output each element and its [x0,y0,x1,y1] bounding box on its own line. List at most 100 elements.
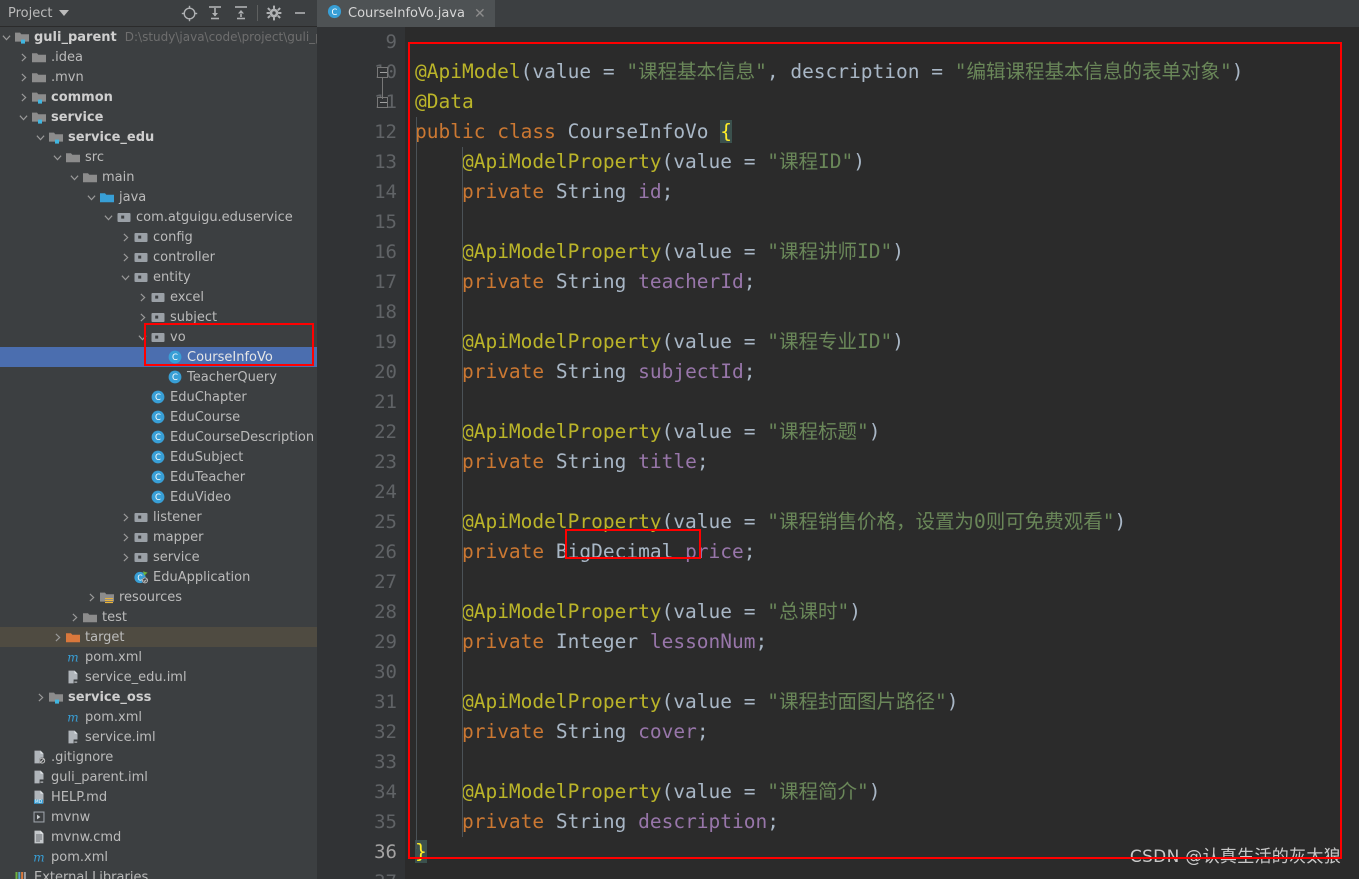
tree-item-label: excel [170,289,204,305]
tree-item-service[interactable]: service [0,107,317,127]
tree-item-educoursedescription[interactable]: C EduCourseDescription [0,427,317,447]
code-token: class [497,120,556,143]
chevron-down-icon[interactable] [34,127,47,147]
code-token: private [461,720,545,743]
code-token: ) [849,600,861,623]
code-editor[interactable]: 9 1011 12 13 14 15 16 17 18 19 20 21 22 23 24 25 26 27 28 2… [317,27,1359,879]
code-line: @ApiModelProperty(value = "课程ID") [405,147,1359,177]
tree-item-java[interactable]: java [0,187,317,207]
code-token: title [638,450,697,473]
chevron-right-icon[interactable] [136,287,149,307]
line-number: 12 [374,121,397,143]
tree-item-educourse[interactable]: C EduCourse [0,407,317,427]
tree-item-idea[interactable]: .idea [0,47,317,67]
close-icon[interactable]: ✕ [471,6,489,22]
tree-item-service[interactable]: service [0,547,317,567]
tree-item-guli-parent-iml[interactable]: guli_parent.iml [0,767,317,787]
tree-item-educhapter[interactable]: C EduChapter [0,387,317,407]
tree-item-service-edu-iml[interactable]: service_edu.iml [0,667,317,687]
tree-item-label: listener [153,509,202,525]
locate-icon[interactable] [176,2,202,24]
tree-item-target[interactable]: target [0,627,317,647]
tree-item-service-iml[interactable]: service.iml [0,727,317,747]
tree-item-src[interactable]: src [0,147,317,167]
tree-item-mapper[interactable]: mapper [0,527,317,547]
tree-item-label: mapper [153,529,204,545]
tree-item-guli-parent[interactable]: guli_parent D:\study\java\code\project\gu… [0,27,317,47]
chevron-right-icon[interactable] [119,547,132,567]
tree-item-edusubject[interactable]: C EduSubject [0,447,317,467]
tree-item-test[interactable]: test [0,607,317,627]
tree-item-subject[interactable]: subject [0,307,317,327]
tree-item-main[interactable]: main [0,167,317,187]
tree-item-mvn[interactable]: .mvn [0,67,317,87]
chevron-right-icon[interactable] [68,607,81,627]
chevron-down-icon[interactable] [51,147,64,167]
code-text-column[interactable]: @ApiModel(value = "课程基本信息", description … [405,27,1359,879]
tree-item-listener[interactable]: listener [0,507,317,527]
tree-item-pom-xml[interactable]: m pom.xml [0,647,317,667]
chevron-down-icon[interactable] [0,27,13,47]
tree-item-mvnw-cmd[interactable]: mvnw.cmd [0,827,317,847]
tree-item-teacherquery[interactable]: C TeacherQuery [0,367,317,387]
tree-item-eduvideo[interactable]: C EduVideo [0,487,317,507]
editor-tab-courseinfovo[interactable]: C CourseInfoVo.java ✕ [317,0,495,27]
chevron-right-icon[interactable] [119,227,132,247]
line-number: 18 [374,301,397,323]
svg-text:C: C [155,433,161,443]
tree-item-mvnw[interactable]: mvnw [0,807,317,827]
tree-item-help-md[interactable]: MD HELP.md [0,787,317,807]
tree-item-vo[interactable]: vo [0,327,317,347]
line-number: 30 [374,661,397,683]
chevron-right-icon[interactable] [119,527,132,547]
tree-item-service-edu[interactable]: service_edu [0,127,317,147]
minimize-icon[interactable] [287,2,313,24]
chevron-right-icon[interactable] [17,67,30,87]
chevron-right-icon[interactable] [119,247,132,267]
code-folding-column[interactable] [377,27,391,879]
chevron-right-icon[interactable] [85,587,98,607]
java-class-icon: C [149,469,167,485]
expand-all-icon[interactable] [202,2,228,24]
svg-text:C: C [172,353,178,363]
tree-item-service-oss[interactable]: service_oss [0,687,317,707]
chevron-down-icon[interactable] [59,10,70,16]
chevron-right-icon[interactable] [34,687,47,707]
chevron-down-icon[interactable] [136,327,149,347]
chevron-down-icon[interactable] [102,207,115,227]
markdown-icon: MD [30,789,48,805]
chevron-down-icon[interactable] [17,107,30,127]
chevron-right-icon[interactable] [51,627,64,647]
fold-connector [382,77,383,99]
tree-item-controller[interactable]: controller [0,247,317,267]
tree-item-common[interactable]: common [0,87,317,107]
tree-item-entity[interactable]: entity [0,267,317,287]
tree-item-config[interactable]: config [0,227,317,247]
chevron-right-icon[interactable] [136,307,149,327]
chevron-right-icon[interactable] [17,87,30,107]
chevron-down-icon[interactable] [85,187,98,207]
collapse-all-icon[interactable] [228,2,254,24]
tree-item-label: EduVideo [170,489,232,505]
chevron-right-icon[interactable] [119,507,132,527]
tree-item-courseinfovo[interactable]: C CourseInfoVo [0,347,317,367]
tree-item-excel[interactable]: excel [0,287,317,307]
editor-scroll-strip[interactable] [1340,27,1359,879]
tree-item-pom-xml[interactable]: m pom.xml [0,847,317,867]
tree-item-com-atguigu-eduservice[interactable]: com.atguigu.eduservice [0,207,317,227]
tree-item-eduapplication[interactable]: C EduApplication [0,567,317,587]
tree-item-resources[interactable]: resources [0,587,317,607]
gear-icon[interactable] [261,2,287,24]
line-number-gutter[interactable]: 9 1011 12 13 14 15 16 17 18 19 20 21 22 23 24 25 26 27 28 2… [317,27,405,879]
tree-item-pom-xml[interactable]: m pom.xml [0,707,317,727]
chevron-down-icon[interactable] [119,267,132,287]
tree-item-eduteacher[interactable]: C EduTeacher [0,467,317,487]
project-tree[interactable]: guli_parent D:\study\java\code\project\gu… [0,27,317,879]
chevron-down-icon[interactable] [68,167,81,187]
tree-item-gitignore[interactable]: .gitignore [0,747,317,767]
chevron-right-icon[interactable] [17,47,30,67]
tree-item-external-libraries[interactable]: External Libraries [0,867,317,879]
